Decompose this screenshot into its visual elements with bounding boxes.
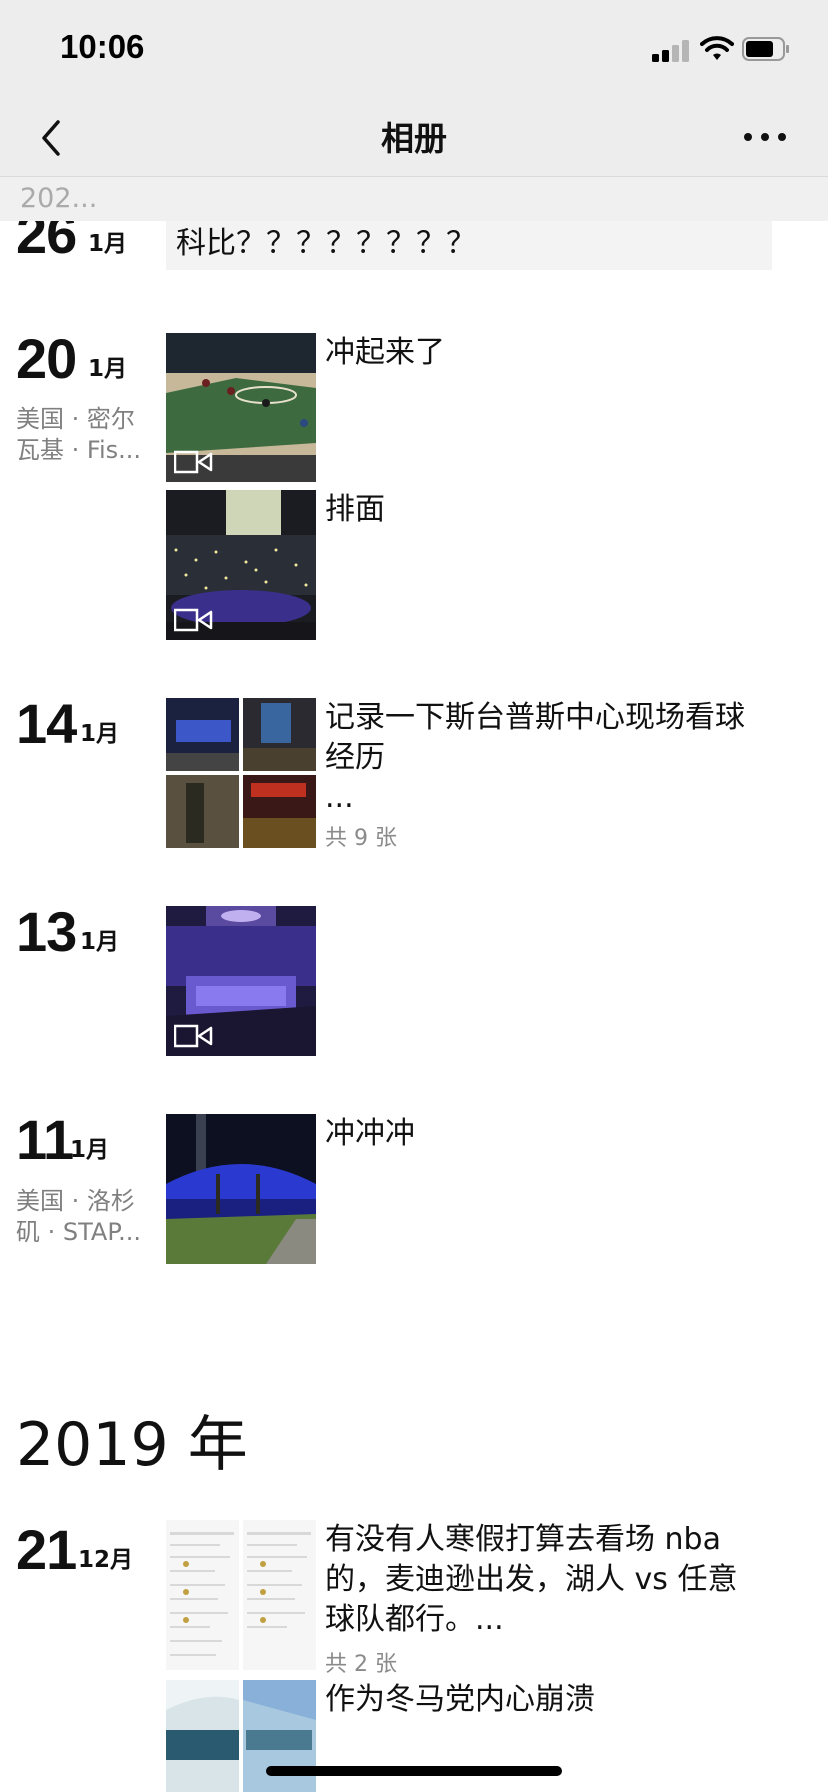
video-thumbnail[interactable] [166,333,316,482]
video-icon [174,608,213,632]
entry-month: 1月 [70,1137,110,1163]
photo-count: 共 9 张 [325,826,397,851]
signal-icon [652,40,692,62]
post-text[interactable]: 冲冲冲 [325,1114,415,1154]
entry-day: 20 [16,327,77,390]
post-text[interactable]: 有没有人寒假打算去看场 nba 的，麦迪逊出发，湖人 vs 任意球队都行。... [325,1520,765,1640]
post-text[interactable]: 记录一下斯台普斯中心现场看球经历 [325,698,755,778]
photo-thumbnail[interactable] [166,1114,316,1264]
entry-day: 14 [16,692,77,755]
page-title: 相册 [381,119,447,158]
status-time: 10:06 [60,28,145,65]
video-icon [174,450,213,474]
video-icon [174,1024,213,1048]
entry-month: 1月 [80,721,120,747]
photo-grid[interactable] [166,698,316,848]
entry-location: 美国 · 密尔瓦基 · Fis... [16,405,142,464]
sticky-year-label: 202... [20,183,98,214]
entry-month: 12月 [78,1547,134,1573]
year-header: 2019 年 [16,1410,248,1480]
status-bar: 10:06 [0,0,828,100]
entry-day: 21 [16,1518,77,1581]
entry-day: 13 [16,900,77,963]
post-text: 科比？？？？？？？？ [176,226,476,261]
nav-bar: 相册 [0,100,828,176]
more-dots-icon[interactable] [740,122,790,152]
entry-location: 美国 · 洛杉矶 · STAP... [16,1187,141,1246]
post-text[interactable]: 冲起来了 [325,333,445,373]
video-thumbnail[interactable] [166,906,316,1056]
video-thumbnail[interactable] [166,490,316,640]
photo-count: 共 2 张 [325,1652,397,1677]
post-text[interactable]: 作为冬马党内心崩溃 [325,1680,595,1720]
entry-month: 1月 [88,231,128,257]
photo-grid[interactable] [166,1520,316,1670]
post-text-ellipsis: ... [325,780,354,815]
entry-month: 1月 [88,356,128,382]
home-indicator[interactable] [266,1766,562,1776]
wifi-icon [700,36,734,60]
entry-month: 1月 [80,929,120,955]
battery-icon [742,37,789,61]
sticky-year-header: 202... [0,176,828,221]
entry-day: 11 [16,1108,74,1171]
post-text[interactable]: 排面 [325,490,385,530]
